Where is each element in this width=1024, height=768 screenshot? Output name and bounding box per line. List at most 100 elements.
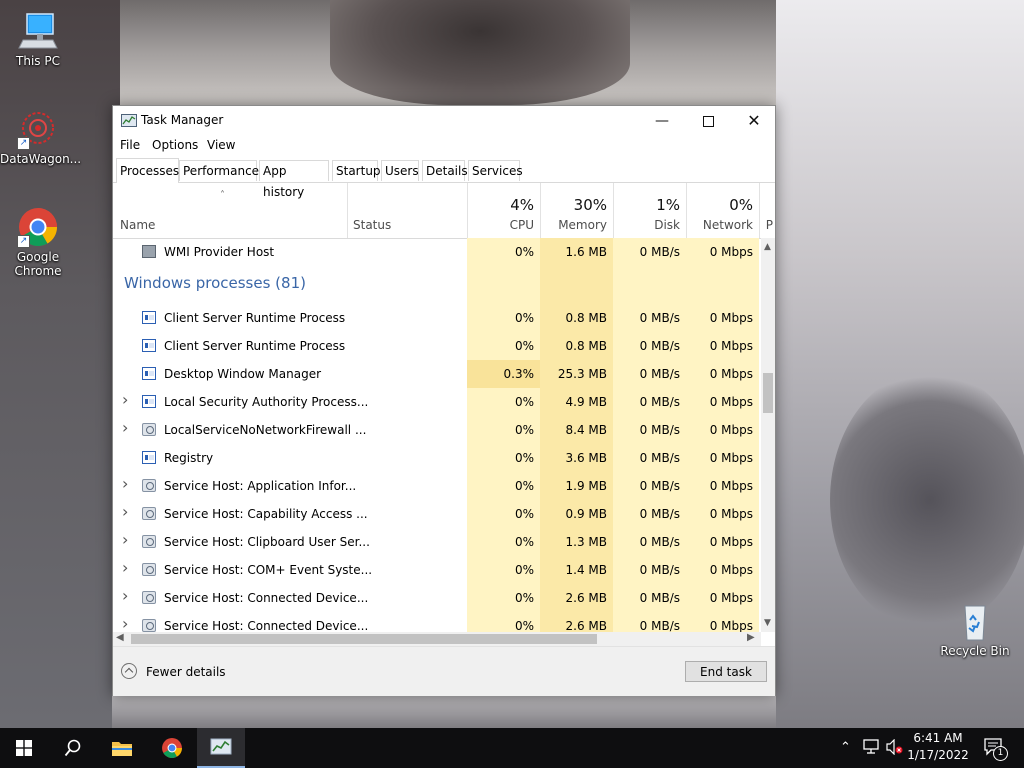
process-row[interactable]: Registry 0% 3.6 MB 0 MB/s 0 Mbps (113, 444, 761, 472)
memory-cell: 0.9 MB (565, 507, 607, 521)
scroll-down-icon[interactable]: ▼ (764, 618, 771, 628)
scroll-up-icon[interactable]: ▲ (764, 242, 771, 252)
taskbar-task-manager[interactable] (197, 728, 245, 768)
end-task-button[interactable]: End task (685, 661, 767, 682)
desktop-icon-label: Google Chrome (14, 250, 62, 278)
chevron-right-icon[interactable]: › (122, 530, 128, 549)
gear-icon (142, 423, 156, 436)
process-row[interactable]: Client Server Runtime Process 0% 0.8 MB 0 M… (113, 304, 761, 332)
tab-app-history[interactable]: App history (259, 160, 329, 199)
process-row[interactable]: Desktop Window Manager 0.3% 25.3 MB 0 MB/s 0… (113, 360, 761, 388)
process-row[interactable]: › LocalServiceNoNetworkFirewall ... 0% 8.4 … (113, 416, 761, 444)
tab-details[interactable]: Details (422, 160, 468, 181)
process-row[interactable]: Client Server Runtime Process 0% 0.8 MB 0 M… (113, 332, 761, 360)
disk-cell: 0 MB/s (639, 619, 680, 632)
process-row[interactable]: › Service Host: Capability Access ... 0% 0.… (113, 500, 761, 528)
network-cell: 0 Mbps (709, 563, 753, 577)
memory-cell: 1.6 MB (565, 245, 607, 259)
close-button[interactable]: ✕ (731, 106, 777, 136)
chrome-icon (162, 738, 182, 758)
horizontal-scrollbar[interactable]: ◀ ▶ (113, 632, 761, 646)
disk-cell: 0 MB/s (639, 535, 680, 549)
desktop-icon-chrome[interactable]: ↗ Google Chrome (0, 206, 76, 278)
column-divider (467, 183, 468, 238)
tab-services[interactable]: Services (468, 160, 523, 181)
search-button[interactable] (48, 728, 96, 768)
process-row[interactable]: › Service Host: COM+ Event Syste... 0% 1.4 … (113, 556, 761, 584)
menu-options[interactable]: Options (152, 138, 198, 152)
process-row[interactable]: › Service Host: Connected Device... 0% 2.6 … (113, 584, 761, 612)
vertical-scrollbar[interactable]: ▲ ▼ (761, 238, 775, 632)
search-icon (64, 739, 81, 757)
scroll-thumb[interactable] (763, 373, 773, 413)
minimize-button[interactable]: — (639, 106, 685, 136)
wallpaper-shape (830, 370, 1024, 630)
disk-cell: 0 MB/s (639, 367, 680, 381)
memory-cell: 1.9 MB (565, 479, 607, 493)
process-row[interactable]: WMI Provider Host 0% 1.6 MB 0 MB/s 0 Mbps (113, 238, 761, 266)
tab-users[interactable]: Users (381, 160, 419, 181)
scroll-left-icon[interactable]: ◀ (116, 632, 124, 643)
network-icon[interactable] (862, 739, 880, 759)
taskbar-file-explorer[interactable] (98, 728, 146, 768)
process-row[interactable]: › Service Host: Connected Device... 0% 2.6 … (113, 612, 761, 632)
network-cell: 0 Mbps (709, 507, 753, 521)
cpu-cell: 0% (514, 591, 534, 605)
scroll-right-icon[interactable]: ▶ (747, 632, 755, 643)
process-name: LocalServiceNoNetworkFirewall ... (164, 423, 367, 437)
task-manager-icon (121, 114, 137, 127)
chevron-up-icon[interactable]: ⌃ (840, 740, 851, 755)
chevron-right-icon[interactable]: › (122, 502, 128, 521)
scroll-thumb[interactable] (131, 634, 597, 644)
chevron-right-icon[interactable]: › (122, 474, 128, 493)
cpu-cell: 0% (514, 507, 534, 521)
disk-cell: 0 MB/s (639, 451, 680, 465)
desktop-icon-recycle-bin[interactable]: Recycle Bin (937, 600, 1013, 658)
task-manager-icon (210, 738, 232, 755)
window-icon (142, 339, 156, 352)
title-bar[interactable]: Task Manager — ✕ (113, 106, 775, 136)
window-icon (142, 367, 156, 380)
taskbar-chrome[interactable] (148, 728, 196, 768)
gear-icon (142, 591, 156, 604)
chevron-right-icon[interactable]: › (122, 558, 128, 577)
speaker-muted-icon[interactable] (885, 738, 903, 759)
chevron-right-icon[interactable]: › (122, 390, 128, 409)
chevron-up-circle-icon (121, 663, 137, 679)
menu-view[interactable]: View (207, 138, 235, 152)
cpu-cell: 0.3% (503, 367, 535, 381)
maximize-button[interactable] (685, 106, 731, 136)
chevron-right-icon[interactable]: › (122, 418, 128, 437)
column-power-partial[interactable]: P (709, 218, 773, 232)
taskbar-clock[interactable]: 6:41 AM 1/17/2022 (905, 730, 971, 764)
cpu-cell: 0% (514, 423, 534, 437)
process-name: Registry (164, 451, 214, 465)
process-name: Local Security Authority Process... (164, 395, 369, 409)
chevron-right-icon[interactable]: › (122, 586, 128, 605)
chevron-right-icon[interactable]: › (122, 614, 128, 632)
fewer-details-label: Fewer details (146, 665, 226, 679)
start-button[interactable] (0, 728, 48, 768)
disk-cell: 0 MB/s (639, 591, 680, 605)
tab-processes[interactable]: Processes (116, 158, 179, 183)
recycle-bin-icon (954, 600, 996, 642)
column-status[interactable]: Status (353, 218, 391, 232)
desktop-icon-this-pc[interactable]: This PC (0, 10, 76, 68)
desktop-icon-datawagon[interactable]: ↗ DataWagon... (0, 108, 81, 166)
menu-bar: File Options View (113, 136, 775, 156)
tab-startup[interactable]: Startup (332, 160, 381, 181)
action-center-button[interactable]: 1 (984, 738, 1008, 762)
disk-cell: 0 MB/s (639, 507, 680, 521)
column-name[interactable]: Name (120, 218, 155, 232)
tab-performance[interactable]: Performance (179, 160, 259, 181)
network-cell: 0 Mbps (709, 423, 753, 437)
process-row[interactable]: › Service Host: Application Infor... 0% 1.9… (113, 472, 761, 500)
memory-cell: 3.6 MB (565, 451, 607, 465)
network-cell: 0 Mbps (709, 591, 753, 605)
process-row[interactable]: › Local Security Authority Process... 0% 4.… (113, 388, 761, 416)
shortcut-arrow-icon: ↗ (17, 235, 30, 248)
group-header[interactable]: Windows processes (81) (113, 266, 761, 304)
folder-icon (112, 742, 132, 756)
menu-file[interactable]: File (120, 138, 140, 152)
process-row[interactable]: › Service Host: Clipboard User Ser... 0% 1.… (113, 528, 761, 556)
